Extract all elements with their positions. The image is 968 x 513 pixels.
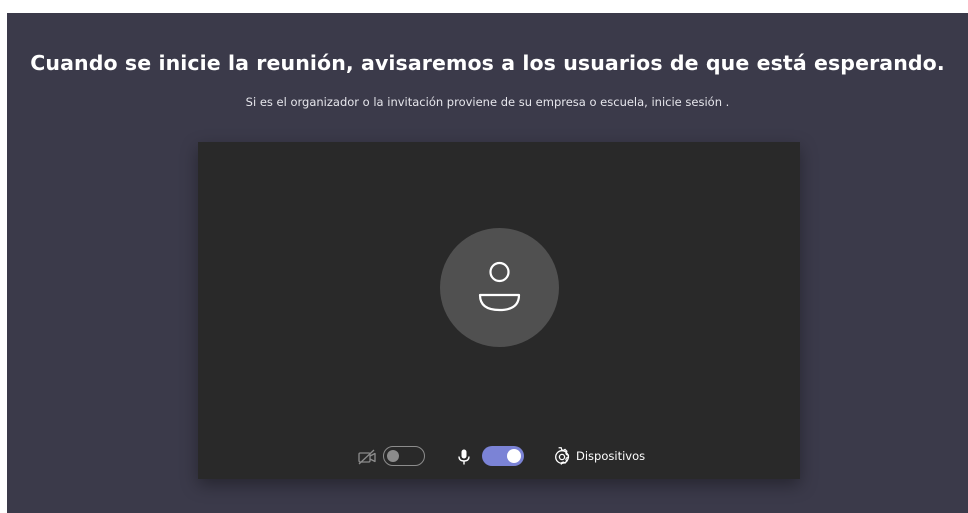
microphone-toggle[interactable] (482, 446, 524, 466)
microphone-toggle-knob (507, 449, 521, 463)
devices-button[interactable]: Dispositivos (576, 449, 645, 463)
video-preview: Dispositivos (198, 142, 800, 479)
sign-in-hint: Si es el organizador o la invitación pro… (245, 95, 730, 109)
prejoin-screen: Cuando se inicie la reunión, avisaremos … (7, 13, 968, 513)
camera-toggle-knob (387, 449, 399, 462)
camera-toggle[interactable] (383, 446, 425, 466)
person-icon (478, 261, 521, 312)
media-controls: Dispositivos (198, 444, 800, 470)
avatar (440, 228, 559, 347)
gear-icon[interactable] (552, 447, 572, 467)
camera-off-icon (358, 449, 376, 465)
microphone-icon (458, 449, 470, 465)
page-title: Cuando se inicie la reunión, avisaremos … (30, 51, 945, 75)
